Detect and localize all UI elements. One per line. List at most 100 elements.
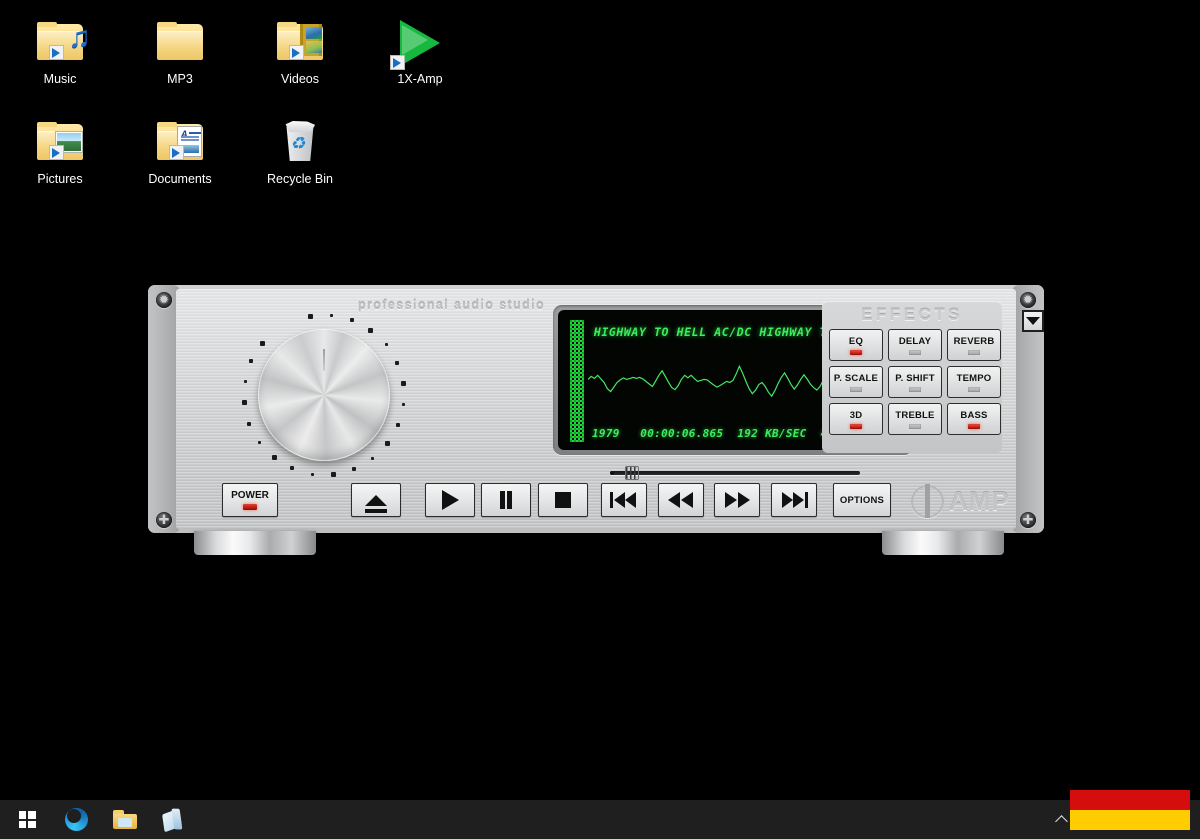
forward-button[interactable] xyxy=(714,483,760,517)
seek-start-dot xyxy=(610,471,614,475)
chevron-down-icon xyxy=(1026,317,1040,325)
options-button[interactable]: OPTIONS xyxy=(833,483,891,517)
screw-bottom-right: ✚ xyxy=(1020,512,1036,528)
desktop-icon-documents[interactable]: A Documents xyxy=(130,114,230,187)
desktop-icon-label: Videos xyxy=(281,72,319,86)
knob-tick xyxy=(371,456,375,460)
desktop-icon-label: Music xyxy=(43,72,77,86)
desktop-icon-label: Pictures xyxy=(37,172,83,186)
elapsed-time: 00:00:06.865 xyxy=(640,427,724,440)
prev-track-button[interactable] xyxy=(601,483,647,517)
effect-button-label: TEMPO xyxy=(956,372,992,384)
audio-player-window[interactable]: ✹ ✚ ✹ ✚ professional audio studio HIGHWA… xyxy=(148,285,1044,533)
rewind-button[interactable] xyxy=(658,483,704,517)
effect-led xyxy=(850,349,862,355)
player-foot-right xyxy=(882,531,1004,555)
pause-button[interactable] xyxy=(481,483,531,517)
knob-tick xyxy=(349,318,354,323)
amp-logo: AMP xyxy=(911,482,1021,520)
effect-button-3d[interactable]: 3D xyxy=(829,403,883,435)
volume-knob[interactable] xyxy=(258,329,390,461)
effect-led xyxy=(968,386,980,392)
microsoft-store-icon xyxy=(162,807,187,832)
effect-button-tempo[interactable]: TEMPO xyxy=(947,366,1001,398)
volume-knob-area[interactable] xyxy=(234,309,414,484)
knob-tick xyxy=(257,440,261,444)
track-year: 1979 xyxy=(592,427,620,440)
taskbar-item-edge[interactable] xyxy=(57,801,95,839)
taskbar-item-explorer[interactable] xyxy=(106,801,144,839)
folder-videos-icon xyxy=(250,14,350,70)
start-button[interactable] xyxy=(8,801,46,839)
effect-button-bass[interactable]: BASS xyxy=(947,403,1001,435)
next-track-icon xyxy=(780,492,808,508)
bitrate-value: 192 KB/SEC xyxy=(737,427,807,440)
desktop-icon-music[interactable]: Music xyxy=(10,14,110,87)
play-icon xyxy=(441,490,459,510)
seek-track[interactable] xyxy=(610,471,860,475)
power-button[interactable]: POWER xyxy=(222,483,278,517)
power-led xyxy=(243,504,257,510)
stop-button[interactable] xyxy=(538,483,588,517)
folder-icon xyxy=(130,14,230,70)
rewind-icon xyxy=(668,492,694,508)
desktop-icon-1x-amp[interactable]: 1X-Amp xyxy=(370,14,470,87)
desktop-icon-videos[interactable]: Videos xyxy=(250,14,350,87)
taskbar-icon-group xyxy=(8,800,193,839)
seek-slider[interactable] xyxy=(610,466,860,480)
eject-icon xyxy=(365,494,387,513)
taskbar-item-store[interactable] xyxy=(155,801,193,839)
amp-logo-text: AMP xyxy=(949,485,1010,516)
desktop-icon-recycle-bin[interactable]: ♻ Recycle Bin xyxy=(250,114,350,187)
player-foot-left xyxy=(194,531,316,555)
play-button[interactable] xyxy=(425,483,475,517)
knob-tick xyxy=(368,327,374,333)
folder-music-icon xyxy=(10,14,110,70)
eject-button[interactable] xyxy=(351,483,401,517)
knob-tick xyxy=(385,440,391,446)
knob-tick xyxy=(247,421,252,426)
transport-bar: POWER OPTIONS AMP xyxy=(176,481,1016,529)
effect-button-delay[interactable]: DELAY xyxy=(888,329,942,361)
chevron-up-icon[interactable] xyxy=(1056,812,1070,826)
desktop-icon-pictures[interactable]: Pictures xyxy=(10,114,110,187)
effect-button-eq[interactable]: EQ xyxy=(829,329,883,361)
seek-thumb[interactable] xyxy=(625,466,640,480)
knob-tick xyxy=(271,455,277,461)
knob-tick xyxy=(311,472,315,476)
effect-button-label: P. SHIFT xyxy=(895,372,935,384)
knob-tick xyxy=(290,466,295,471)
dropdown-button[interactable] xyxy=(1022,310,1044,332)
taskbar xyxy=(0,800,1200,839)
effect-led xyxy=(909,423,921,429)
recycle-bin-icon: ♻ xyxy=(250,114,350,170)
flag-band-gold xyxy=(1070,810,1190,830)
options-button-label: OPTIONS xyxy=(839,494,885,506)
previous-track-icon xyxy=(610,492,638,508)
knob-tick xyxy=(396,422,401,427)
effect-button-treble[interactable]: TREBLE xyxy=(888,403,942,435)
amp-logo-mark-icon xyxy=(911,483,944,518)
effect-button-p-scale[interactable]: P. SCALE xyxy=(829,366,883,398)
desktop-icon-label: Documents xyxy=(148,172,212,186)
knob-tick xyxy=(395,360,400,365)
german-flag-overlay xyxy=(1070,790,1190,830)
stop-icon xyxy=(555,492,571,508)
effect-led xyxy=(968,349,980,355)
effects-button-grid: EQ DELAY REVERB P. SCALE P. SHIFT TEMPO 3D TREB… xyxy=(829,329,1001,435)
knob-tick xyxy=(384,343,388,347)
folder-documents-icon: A xyxy=(130,114,230,170)
effect-button-label: REVERB xyxy=(953,335,995,347)
next-track-button[interactable] xyxy=(771,483,817,517)
pause-icon xyxy=(498,491,514,509)
effect-button-p-shift[interactable]: P. SHIFT xyxy=(888,366,942,398)
desktop-icon-mp3[interactable]: MP3 xyxy=(130,14,230,87)
knob-tick xyxy=(331,471,337,477)
effect-button-label: EQ xyxy=(848,335,864,347)
knob-tick xyxy=(241,400,247,406)
screw-top-right: ✹ xyxy=(1020,292,1036,308)
screw-top-left: ✹ xyxy=(156,292,172,308)
flag-band-red xyxy=(1070,790,1190,810)
effect-button-reverb[interactable]: REVERB xyxy=(947,329,1001,361)
effect-led xyxy=(850,386,862,392)
